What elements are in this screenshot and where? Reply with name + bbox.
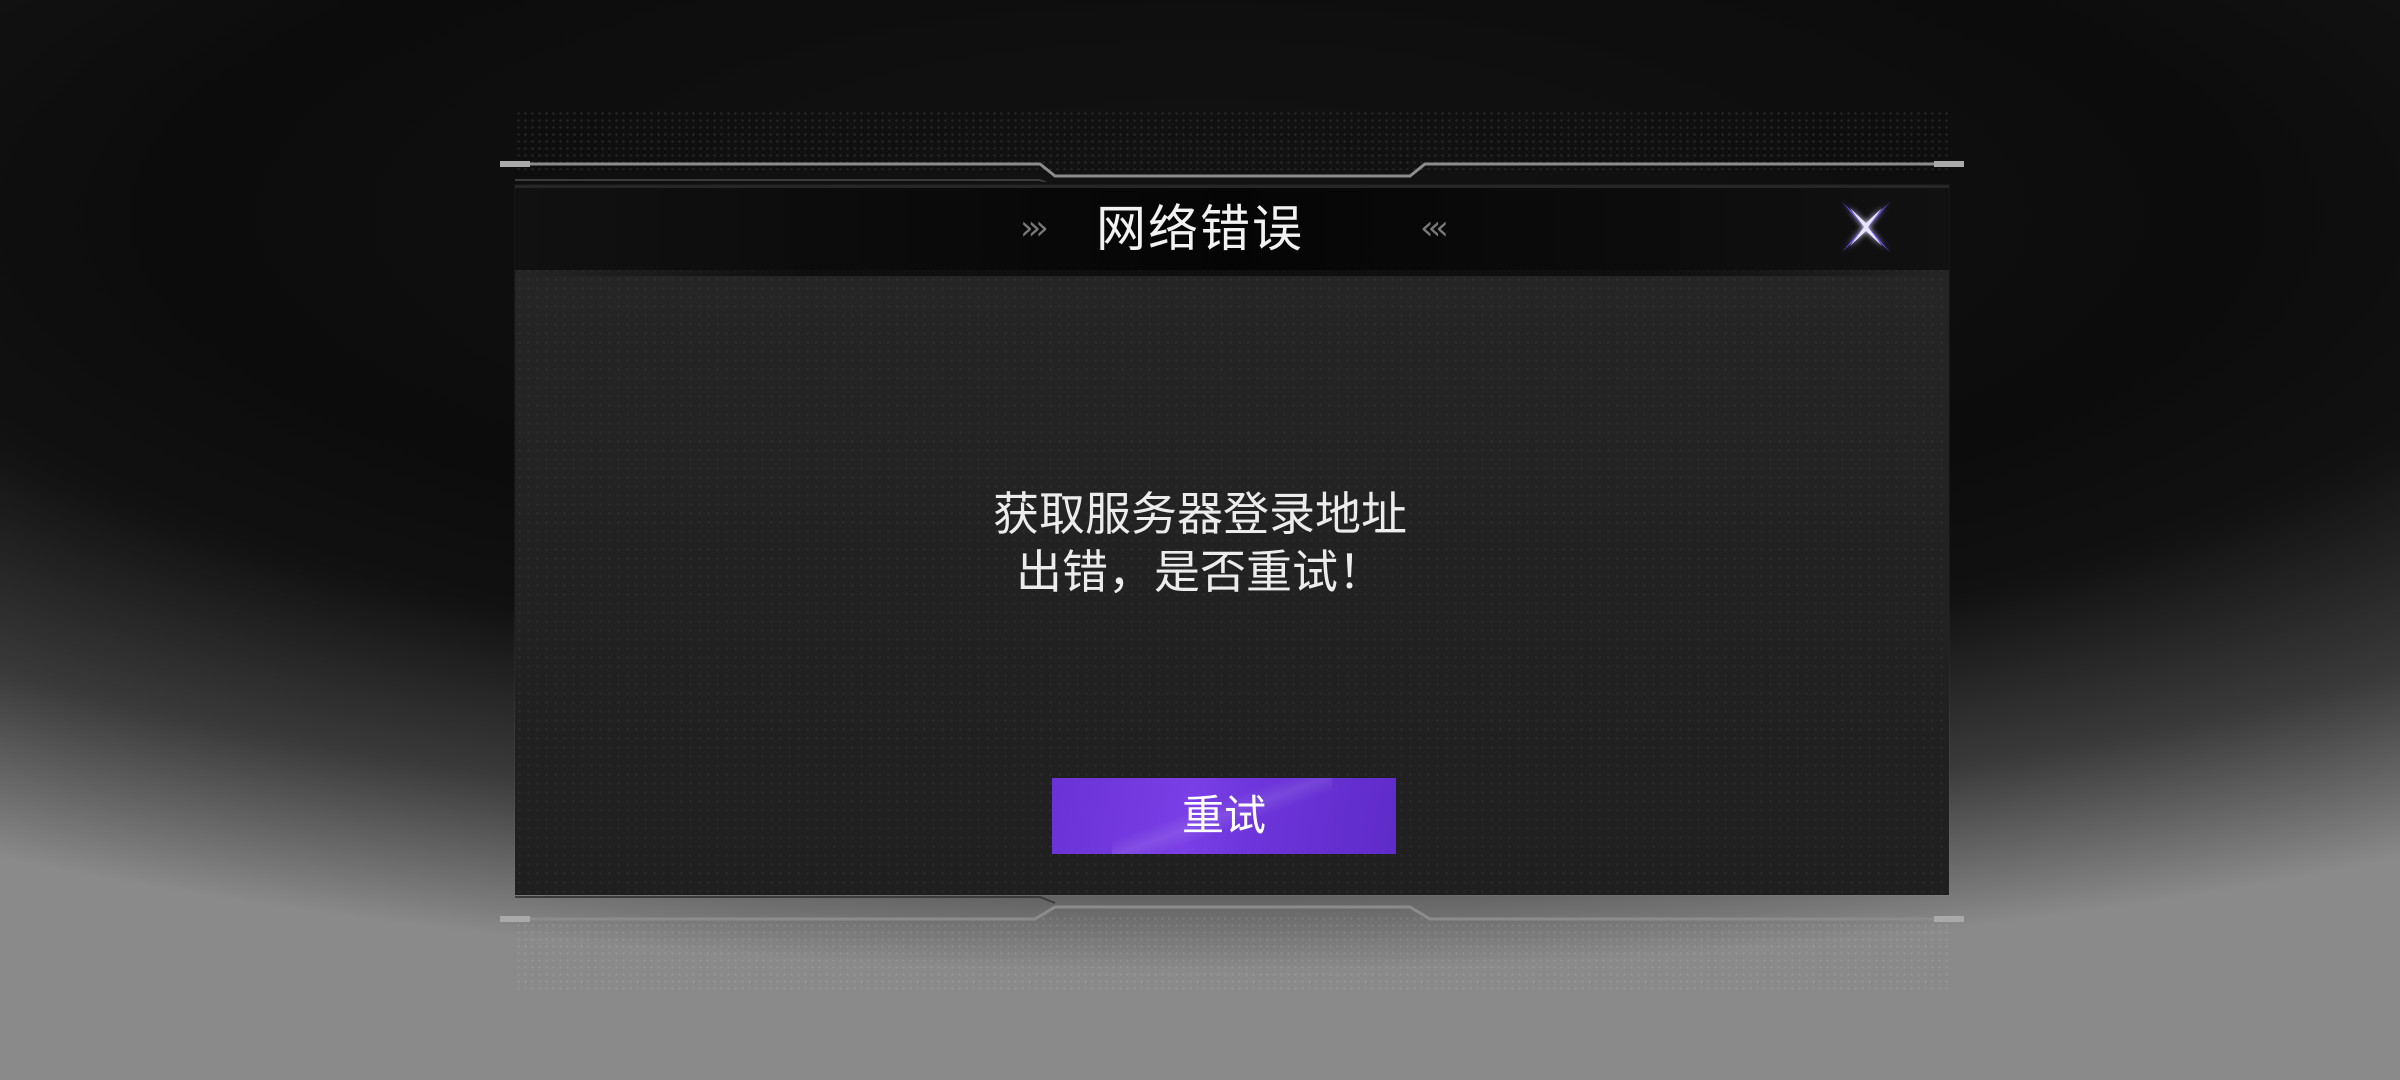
close-button[interactable] [1836,196,1896,258]
retry-button[interactable]: 重试 [1052,778,1396,854]
close-x-icon [1842,202,1890,252]
error-message-line-2: 出错，是否重试！ [1016,545,1384,599]
frame-rail-top [500,152,1964,182]
error-message: 获取服务器登录地址 出错，是否重试！ [0,485,2400,601]
retry-button-label: 重试 [1181,791,1266,840]
game-screen: ››› 网络错误 ‹‹‹ 获取服务器登录地址 出错，是否重试！ 重试 [0,0,2400,1080]
frame-rail-bottom [500,895,1964,925]
error-message-line-1: 获取服务器登录地址 [993,487,1407,541]
title-chevrons-right: ‹‹‹ [1420,208,1449,248]
dialog-title: 网络错误 [1096,200,1304,258]
dot-texture-bottom [515,915,1949,990]
